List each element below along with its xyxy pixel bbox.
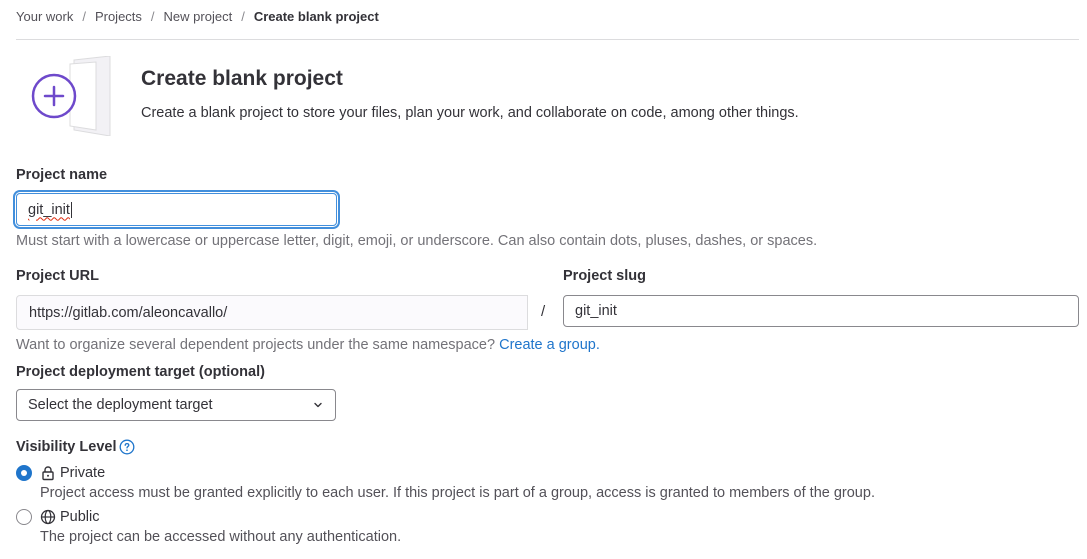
private-label: Private: [60, 465, 106, 481]
breadcrumb-separator: /: [241, 8, 245, 24]
project-url-label: Project URL: [16, 268, 99, 284]
text-caret: [70, 201, 72, 218]
page-description: Create a blank project to store your fil…: [141, 105, 799, 121]
deployment-target-select[interactable]: Select the deployment target: [16, 389, 336, 421]
breadcrumb-separator: /: [82, 8, 86, 24]
page-title: Create blank project: [141, 67, 343, 90]
project-slug-label: Project slug: [563, 268, 646, 284]
earth-icon: [40, 509, 56, 525]
lock-icon: [40, 465, 56, 481]
project-slug-value: git_init: [575, 303, 617, 319]
visibility-option-public[interactable]: Public: [16, 509, 100, 525]
visibility-level-text: Visibility Level: [16, 439, 117, 455]
project-name-help: Must start with a lowercase or uppercase…: [16, 233, 818, 249]
project-url-value: https://gitlab.com/aleoncavallo/: [29, 304, 228, 321]
url-slug-separator: /: [541, 303, 546, 320]
visibility-level-label: Visibility Level: [16, 439, 135, 455]
namespace-help: Want to organize several dependent proje…: [16, 337, 600, 353]
header-divider: [16, 39, 1079, 40]
chevron-down-icon: [314, 402, 322, 408]
project-url-namespace[interactable]: https://gitlab.com/aleoncavallo/: [16, 295, 528, 330]
breadcrumb-your-work[interactable]: Your work: [16, 9, 73, 24]
namespace-help-text: Want to organize several dependent proje…: [16, 337, 500, 353]
breadcrumb-current: Create blank project: [253, 8, 379, 24]
breadcrumb-projects[interactable]: Projects: [95, 9, 142, 24]
blank-project-illustration: [26, 55, 116, 137]
project-name-label: Project name: [16, 167, 108, 183]
public-radio[interactable]: [16, 509, 32, 525]
project-name-value: git_init: [28, 201, 70, 218]
breadcrumb-new-project[interactable]: New project: [164, 9, 233, 24]
blank-project-icon: [31, 55, 111, 137]
deployment-target-value: Select the deployment target: [28, 397, 213, 413]
deployment-target-label: Project deployment target (optional): [16, 364, 265, 380]
question-icon[interactable]: [119, 439, 135, 455]
private-radio[interactable]: [16, 465, 32, 481]
project-name-input[interactable]: git_init: [16, 193, 337, 226]
project-slug-input[interactable]: git_init: [563, 295, 1079, 327]
public-description: The project can be accessed without any …: [40, 529, 402, 545]
visibility-option-private[interactable]: Private: [16, 465, 105, 481]
breadcrumb-separator: /: [150, 8, 155, 24]
private-description: Project access must be granted explicitl…: [40, 485, 875, 501]
public-label: Public: [60, 509, 100, 525]
create-group-link[interactable]: Create a group.: [499, 337, 600, 353]
breadcrumb: Your work / Projects / New project / Cre…: [16, 8, 379, 24]
